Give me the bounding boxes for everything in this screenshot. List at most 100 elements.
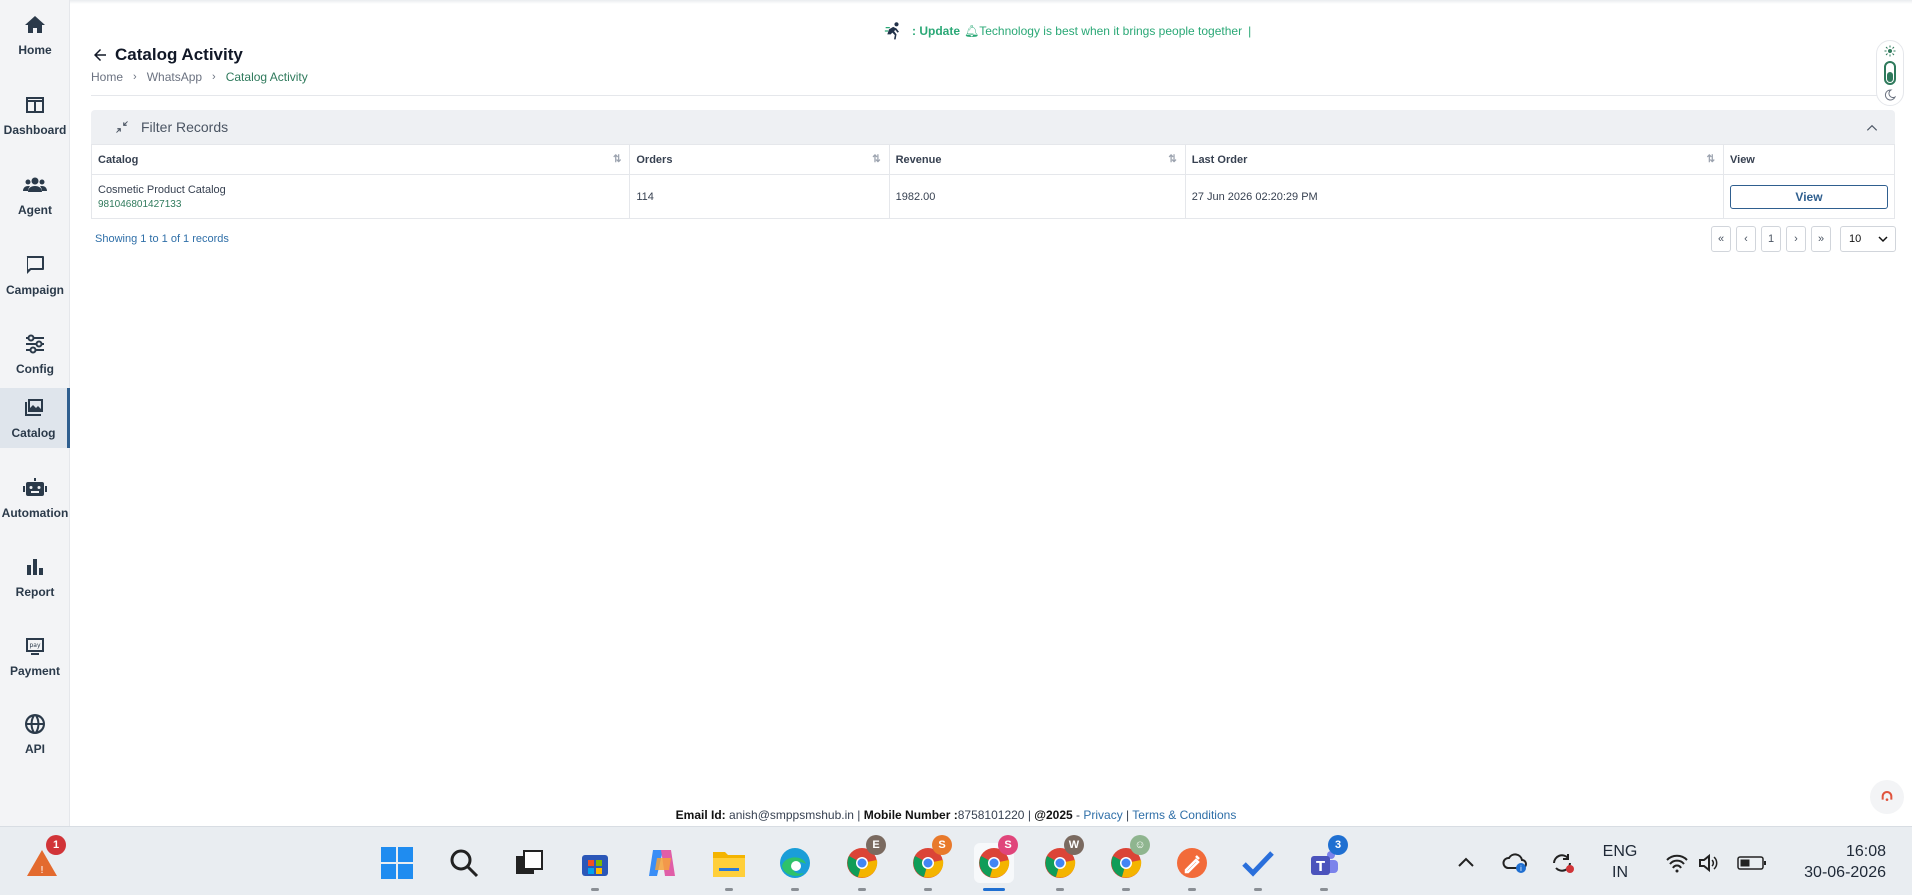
support-chat-button[interactable]	[1870, 780, 1904, 814]
teams-button[interactable]: T 3	[1304, 835, 1348, 891]
cell-view: View	[1723, 174, 1895, 219]
pay-card-icon: pay	[26, 638, 44, 655]
sidebar-item-api[interactable]: API	[0, 699, 70, 769]
onedrive-tray-button[interactable]: i	[1500, 843, 1530, 883]
chrome-profile-avatar-button[interactable]: ☺	[1106, 835, 1150, 891]
col-catalog[interactable]: Catalog ⇅	[90, 144, 631, 175]
page-title-text: Catalog Activity	[115, 45, 243, 64]
file-explorer-button[interactable]	[709, 843, 749, 891]
folder-icon	[713, 852, 745, 877]
prev-page-button[interactable]: ‹	[1736, 226, 1756, 252]
moon-icon	[1884, 89, 1896, 101]
search-button[interactable]	[444, 843, 484, 883]
sidebar-item-label: API	[24, 742, 45, 756]
sidebar-item-config[interactable]: Config	[0, 319, 70, 389]
per-page-select[interactable]: 10	[1840, 226, 1896, 252]
sidebar: Home Dashboard Agent Campaign Config Cat…	[0, 0, 70, 826]
active-indicator	[983, 888, 1005, 891]
cell-last-order: 27 Jun 2026 02:20:29 PM	[1184, 174, 1725, 219]
chevron-down-icon	[1878, 236, 1888, 243]
running-indicator	[591, 888, 599, 891]
svg-text:i: i	[1520, 865, 1522, 873]
chrome-profile-s-button[interactable]: S	[908, 835, 952, 891]
catalog-activity-table: Catalog ⇅ Orders ⇅ Revenue ⇅ Last Order ⇅ Vi…	[90, 144, 1895, 219]
sort-icon[interactable]: ⇅	[613, 154, 621, 165]
sidebar-item-automation[interactable]: Automation	[0, 463, 70, 533]
page-1-button[interactable]: 1	[1761, 226, 1781, 252]
wifi-button[interactable]	[1664, 843, 1690, 883]
filter-records-header[interactable]: Filter Records	[91, 110, 1895, 144]
breadcrumb-whatsapp[interactable]: WhatsApp	[147, 70, 202, 84]
edge-button[interactable]	[775, 843, 815, 891]
cell-revenue: 1982.00	[888, 174, 1186, 219]
col-label: Orders	[636, 153, 673, 166]
battery-button[interactable]	[1736, 843, 1768, 883]
pagination: « ‹ 1 › »	[1711, 226, 1831, 252]
clock-date: 30-06-2026	[1804, 864, 1886, 881]
catalog-id: 981046801427133	[98, 198, 182, 210]
sidebar-item-campaign[interactable]: Campaign	[0, 240, 70, 310]
sidebar-item-home[interactable]: Home	[0, 0, 70, 70]
todo-button[interactable]	[1238, 843, 1278, 891]
col-label: Last Order	[1191, 153, 1248, 166]
start-button[interactable]	[377, 843, 417, 883]
theme-toggle[interactable]	[1876, 40, 1904, 106]
privacy-link[interactable]: Privacy	[1083, 808, 1122, 822]
sidebar-item-label: Home	[18, 43, 52, 57]
col-last-order[interactable]: Last Order ⇅	[1184, 144, 1725, 175]
lang-bottom: IN	[1612, 864, 1628, 881]
col-orders[interactable]: Orders ⇅	[629, 144, 890, 175]
last-page-button[interactable]: »	[1811, 226, 1831, 252]
header-divider	[91, 95, 1895, 96]
first-page-button[interactable]: «	[1711, 226, 1731, 252]
col-revenue[interactable]: Revenue ⇅	[888, 144, 1186, 175]
teams-badge: 3	[1328, 835, 1348, 855]
sliders-icon	[26, 334, 44, 354]
sort-icon[interactable]: ⇅	[1707, 154, 1715, 165]
sidebar-item-catalog[interactable]: Catalog	[0, 388, 70, 448]
postman-icon	[1177, 848, 1207, 878]
sidebar-item-label: Automation	[1, 506, 69, 520]
chrome-profile-w-button[interactable]: W	[1040, 835, 1084, 891]
next-page-button[interactable]: ›	[1786, 226, 1806, 252]
show-hidden-icons-button[interactable]	[1452, 843, 1480, 883]
clock[interactable]: 16:08 30-06-2026	[1786, 841, 1886, 883]
weather-widget[interactable]: ! 1	[22, 835, 66, 883]
edge-icon	[780, 848, 810, 878]
sort-icon[interactable]: ⇅	[872, 154, 880, 165]
sun-icon	[1884, 45, 1896, 57]
copilot-icon	[649, 850, 675, 876]
sidebar-item-report[interactable]: Report	[0, 542, 70, 612]
copilot-button[interactable]	[642, 843, 682, 883]
cell-orders: 114	[629, 174, 890, 219]
col-view: View	[1723, 144, 1895, 175]
sidebar-item-dashboard[interactable]: Dashboard	[0, 80, 70, 150]
breadcrumb-home[interactable]: Home	[91, 70, 123, 84]
task-view-button[interactable]	[509, 843, 549, 883]
marquee-label: : Update	[912, 24, 960, 38]
cloud-info-icon: i	[1502, 853, 1527, 873]
dashboard-icon	[26, 97, 44, 113]
sidebar-item-payment[interactable]: pay Payment	[0, 621, 70, 691]
cell-catalog: Cosmetic Product Catalog 981046801427133	[90, 174, 631, 219]
language-indicator[interactable]: ENG IN	[1596, 841, 1644, 883]
view-button[interactable]: View	[1730, 184, 1888, 209]
sidebar-item-label: Campaign	[5, 283, 64, 297]
catalog-name: Cosmetic Product Catalog	[98, 183, 226, 196]
chevron-up-icon[interactable]	[1865, 121, 1879, 135]
sync-tray-button[interactable]	[1548, 843, 1578, 883]
terms-link[interactable]: Terms & Conditions	[1132, 808, 1236, 822]
store-button[interactable]	[575, 843, 615, 891]
postman-button[interactable]	[1172, 843, 1212, 891]
running-indicator	[725, 888, 733, 891]
volume-button[interactable]	[1696, 843, 1722, 883]
back-arrow-icon[interactable]	[91, 46, 109, 64]
chat-bubble-icon	[26, 256, 44, 274]
sidebar-item-agent[interactable]: Agent	[0, 160, 70, 230]
chrome-profile-e-button[interactable]: E	[842, 835, 886, 891]
breadcrumb-current: Catalog Activity	[225, 70, 308, 84]
footer-mobile-label: Mobile Number :	[863, 808, 958, 822]
chevron-right-icon: ›	[133, 71, 137, 83]
chrome-profile-s-active-button[interactable]: S	[974, 835, 1018, 891]
sort-icon[interactable]: ⇅	[1168, 154, 1176, 165]
